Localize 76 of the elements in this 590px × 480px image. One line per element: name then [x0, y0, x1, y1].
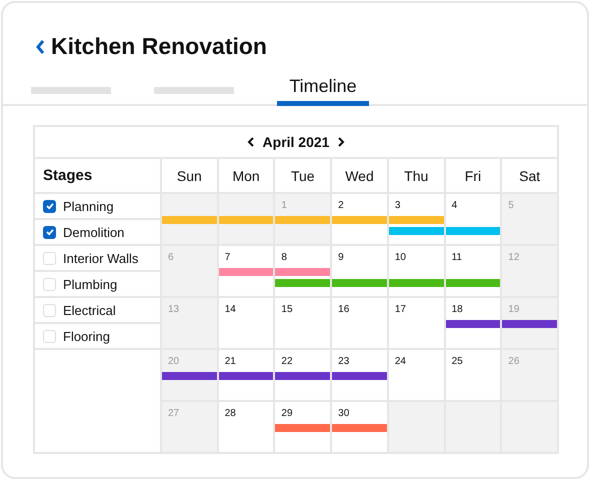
- month-label: April 2021: [262, 134, 330, 150]
- calendar-cell[interactable]: 7: [218, 246, 274, 296]
- calendar-cell[interactable]: 24: [388, 350, 444, 400]
- day-number: 25: [452, 356, 463, 367]
- day-number: 22: [281, 356, 293, 367]
- day-number: 30: [338, 408, 350, 419]
- day-number: 29: [281, 408, 293, 419]
- calendar-cell[interactable]: 30: [332, 402, 387, 452]
- day-number: 3: [394, 200, 400, 211]
- tab[interactable]: Timeline: [277, 76, 369, 106]
- day-number: 18: [452, 304, 463, 315]
- day-number: 21: [224, 356, 236, 367]
- checkbox[interactable]: [43, 226, 56, 238]
- day-number: 8: [281, 252, 287, 263]
- day-number: 15: [281, 304, 293, 315]
- day-number: 20: [168, 356, 180, 367]
- day-number: 11: [452, 252, 462, 263]
- stage-label: Planning: [63, 198, 114, 214]
- calendar-cell[interactable]: 21: [218, 350, 274, 400]
- day-number: 17: [394, 304, 406, 315]
- previous-chevron-icon[interactable]: [246, 136, 255, 148]
- stage-label: Electrical: [63, 302, 116, 318]
- day-number: 28: [224, 408, 236, 419]
- calendar-cell[interactable]: 17: [388, 298, 444, 348]
- day-number: 14: [224, 304, 236, 315]
- weekday-header: Sun: [176, 168, 202, 184]
- stage-label: Flooring: [63, 328, 110, 344]
- calendar-cell[interactable]: 25: [446, 350, 500, 400]
- weekday-header: Tue: [290, 168, 315, 184]
- weekday-header: Wed: [345, 168, 374, 184]
- day-number: 9: [338, 252, 344, 263]
- calendar-cell[interactable]: 11: [446, 246, 500, 296]
- stages-heading: Stages: [43, 167, 92, 184]
- calendar-cell[interactable]: 2: [332, 194, 387, 244]
- day-number: 13: [168, 304, 180, 315]
- day-number: 4: [452, 200, 458, 211]
- calendar-cell[interactable]: 8: [275, 246, 330, 296]
- day-number: 12: [508, 252, 520, 263]
- day-number: 27: [168, 408, 180, 419]
- calendar-cell[interactable]: 18: [446, 298, 500, 348]
- checkbox[interactable]: [43, 200, 56, 212]
- day-number: 5: [508, 200, 514, 211]
- calendar-cell[interactable]: [162, 194, 217, 244]
- calendar-cell[interactable]: 23: [332, 350, 387, 400]
- page-title: Kitchen Renovation: [51, 33, 267, 60]
- calendar-cell[interactable]: 3: [388, 194, 444, 244]
- day-number: 19: [508, 304, 520, 315]
- calendar-cell[interactable]: [388, 402, 444, 452]
- weekday-header: Thu: [404, 168, 428, 184]
- day-number: 7: [224, 252, 230, 263]
- weekday-header: Mon: [232, 168, 260, 184]
- day-number: 6: [168, 252, 174, 263]
- calendar-cell[interactable]: 22: [275, 350, 330, 400]
- day-number: 1: [281, 200, 287, 211]
- day-number: 23: [338, 356, 350, 367]
- day-number: 24: [394, 356, 406, 367]
- day-number: 2: [338, 200, 344, 211]
- calendar-cell[interactable]: 10: [388, 246, 444, 296]
- calendar-cell[interactable]: 29: [275, 402, 330, 452]
- day-number: 10: [394, 252, 406, 263]
- stage-label: Plumbing: [63, 276, 118, 292]
- weekday-header: Sat: [519, 168, 540, 184]
- stage-label: Interior Walls: [63, 250, 138, 266]
- next-chevron-icon[interactable]: [337, 136, 346, 148]
- day-number: 26: [508, 356, 520, 367]
- calendar-cell[interactable]: 28: [218, 402, 274, 452]
- back-chevron-icon[interactable]: [35, 38, 45, 54]
- calendar-cell[interactable]: 4: [446, 194, 500, 244]
- day-number: 16: [338, 304, 350, 315]
- calendar-cell[interactable]: 16: [332, 298, 387, 348]
- calendar-cell[interactable]: [218, 194, 274, 244]
- calendar-cell[interactable]: 14: [218, 298, 274, 348]
- calendar-cell[interactable]: 15: [275, 298, 330, 348]
- stage-label: Demolition: [63, 224, 124, 240]
- calendar-cell[interactable]: 9: [332, 246, 387, 296]
- weekday-header: Fri: [464, 168, 482, 184]
